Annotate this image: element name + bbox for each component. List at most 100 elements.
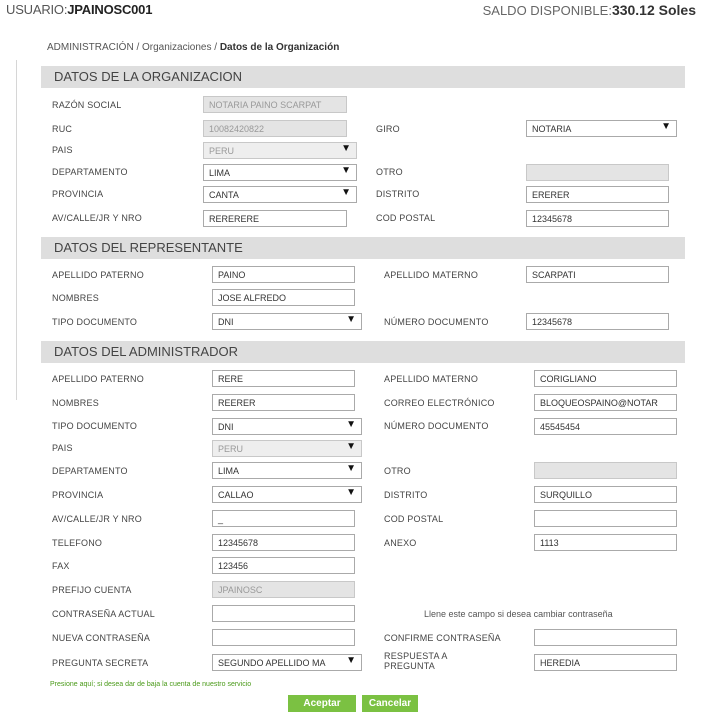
rep-num-doc-field[interactable]: 12345678 — [526, 313, 669, 330]
distrito-field[interactable]: ERERER — [526, 186, 669, 203]
adm-tipo-doc-select[interactable]: DNI ▼ — [212, 418, 362, 435]
rep-ap-paterno-label: APELLIDO PATERNO — [52, 270, 144, 280]
ruc-label: RUC — [52, 124, 73, 134]
adm-direccion-field[interactable]: _ — [212, 510, 355, 527]
departamento-value: LIMA — [209, 168, 231, 178]
adm-num-doc-label: NÚMERO DOCUMENTO — [384, 421, 489, 431]
adm-pwd-new-field[interactable] — [212, 629, 355, 646]
adm-pwd-confirm-label: CONFIRME CONTRASEÑA — [384, 633, 501, 643]
adm-ap-materno-label: APELLIDO MATERNO — [384, 374, 479, 384]
departamento-select[interactable]: LIMA ▼ — [203, 164, 357, 181]
provincia-label: PROVINCIA — [52, 189, 104, 199]
rep-ap-paterno-field[interactable]: PAINO — [212, 266, 355, 283]
pais-label: PAIS — [52, 145, 73, 155]
adm-respuesta-label: RESPUESTA A PREGUNTA — [384, 651, 448, 671]
top-bar: USUARIO:JPAINOSC001 SALDO DISPONIBLE:330… — [0, 0, 716, 22]
rep-tipo-doc-select[interactable]: DNI ▼ — [212, 313, 362, 330]
provincia-value: CANTA — [209, 190, 239, 200]
otro-field[interactable] — [526, 164, 669, 181]
adm-tipo-doc-label: TIPO DOCUMENTO — [52, 421, 138, 431]
dropdown-arrow-icon: ▼ — [341, 165, 351, 176]
adm-pais-value: PERU — [218, 444, 244, 454]
dropdown-arrow-icon: ▼ — [346, 419, 356, 430]
section-header-administrador: DATOS DEL ADMINISTRADOR — [41, 341, 685, 363]
breadcrumb: ADMINISTRACIÓN / Organizaciones / Datos … — [47, 42, 339, 53]
adm-otro-label: OTRO — [384, 466, 411, 476]
dropdown-arrow-icon: ▼ — [341, 187, 351, 198]
dropdown-arrow-icon: ▼ — [346, 314, 356, 325]
adm-departamento-label: DEPARTAMENTO — [52, 466, 128, 476]
adm-tipo-doc-value: DNI — [218, 422, 234, 432]
section-title: DATOS DE LA ORGANIZACION — [54, 69, 243, 84]
adm-anexo-label: ANEXO — [384, 538, 417, 548]
adm-distrito-label: DISTRITO — [384, 490, 428, 500]
giro-select[interactable]: NOTARIA ▼ — [526, 120, 677, 137]
adm-num-doc-field[interactable]: 45545454 — [534, 418, 677, 435]
razon-social-field[interactable]: NOTARIA PAINO SCARPAT — [203, 96, 347, 113]
direccion-label: AV/CALLE/JR Y NRO — [52, 213, 142, 223]
departamento-label: DEPARTAMENTO — [52, 167, 128, 177]
adm-distrito-field[interactable]: SURQUILLO — [534, 486, 677, 503]
adm-telefono-field[interactable]: 12345678 — [212, 534, 355, 551]
cod-postal-field[interactable]: 12345678 — [526, 210, 669, 227]
section-title: DATOS DEL REPRESENTANTE — [54, 240, 243, 255]
adm-provincia-label: PROVINCIA — [52, 490, 104, 500]
pais-value: PERU — [209, 146, 235, 156]
adm-pregunta-select[interactable]: SEGUNDO APELLIDO MA ▼ — [212, 654, 362, 671]
adm-cod-postal-label: COD POSTAL — [384, 514, 444, 524]
dropdown-arrow-icon: ▼ — [661, 121, 671, 132]
ruc-field[interactable]: 10082420822 — [203, 120, 347, 137]
adm-pregunta-label: PREGUNTA SECRETA — [52, 658, 149, 668]
adm-cod-postal-field[interactable] — [534, 510, 677, 527]
user-info: USUARIO:JPAINOSC001 — [6, 2, 152, 17]
otro-label: OTRO — [376, 167, 403, 177]
razon-social-label: RAZÓN SOCIAL — [52, 100, 122, 110]
adm-provincia-select[interactable]: CALLAO ▼ — [212, 486, 362, 503]
adm-ap-paterno-label: APELLIDO PATERNO — [52, 374, 144, 384]
dropdown-arrow-icon: ▼ — [346, 463, 356, 474]
adm-ap-materno-field[interactable]: CORIGLIANO — [534, 370, 677, 387]
user-name: JPAINOSC001 — [67, 2, 153, 17]
adm-pwd-confirm-field[interactable] — [534, 629, 677, 646]
section-header-representante: DATOS DEL REPRESENTANTE — [41, 237, 685, 259]
respuesta-label-line2: PREGUNTA — [384, 661, 435, 671]
direccion-field[interactable]: RERERERE — [203, 210, 347, 227]
cancel-button[interactable]: Cancelar — [362, 695, 418, 712]
adm-pais-select[interactable]: PERU ▼ — [212, 440, 362, 457]
respuesta-label-line1: RESPUESTA A — [384, 651, 448, 661]
adm-direccion-label: AV/CALLE/JR Y NRO — [52, 514, 142, 524]
divider-line — [16, 60, 17, 400]
adm-nombres-label: NOMBRES — [52, 398, 99, 408]
adm-ap-paterno-field[interactable]: RERE — [212, 370, 355, 387]
cod-postal-label: COD POSTAL — [376, 213, 436, 223]
accept-button[interactable]: Aceptar — [288, 695, 356, 712]
adm-fax-field[interactable]: 123456 — [212, 557, 355, 574]
balance-info: SALDO DISPONIBLE:330.12 Soles — [483, 2, 696, 18]
adm-otro-field[interactable] — [534, 462, 677, 479]
adm-pwd-actual-field[interactable] — [212, 605, 355, 622]
adm-prefijo-field[interactable]: JPAINOSC — [212, 581, 355, 598]
adm-telefono-label: TELEFONO — [52, 538, 103, 548]
rep-ap-materno-field[interactable]: SCARPATI — [526, 266, 669, 283]
rep-nombres-field[interactable]: JOSE ALFREDO — [212, 289, 355, 306]
adm-nombres-field[interactable]: REERER — [212, 394, 355, 411]
pwd-hint: Llene este campo si desea cambiar contra… — [424, 609, 613, 619]
balance-label: SALDO DISPONIBLE: — [482, 3, 612, 18]
adm-fax-label: FAX — [52, 561, 70, 571]
breadcrumb-path[interactable]: ADMINISTRACIÓN / Organizaciones / — [47, 42, 220, 53]
adm-provincia-value: CALLAO — [218, 490, 254, 500]
rep-tipo-doc-label: TIPO DOCUMENTO — [52, 317, 138, 327]
dropdown-arrow-icon: ▼ — [346, 441, 356, 452]
rep-ap-materno-label: APELLIDO MATERNO — [384, 270, 479, 280]
provincia-select[interactable]: CANTA ▼ — [203, 186, 357, 203]
adm-departamento-value: LIMA — [218, 466, 240, 476]
pais-select[interactable]: PERU ▼ — [203, 142, 357, 159]
adm-pwd-new-label: NUEVA CONTRASEÑA — [52, 633, 151, 643]
rep-num-doc-label: NÚMERO DOCUMENTO — [384, 317, 489, 327]
adm-departamento-select[interactable]: LIMA ▼ — [212, 462, 362, 479]
adm-anexo-field[interactable]: 1113 — [534, 534, 677, 551]
adm-respuesta-field[interactable]: HEREDIA — [534, 654, 677, 671]
adm-pregunta-value: SEGUNDO APELLIDO MA — [218, 658, 326, 668]
baja-cuenta-link[interactable]: Presione aquí; si desea dar de baja la c… — [50, 681, 251, 688]
adm-correo-field[interactable]: BLOQUEOSPAINO@NOTAR — [534, 394, 677, 411]
